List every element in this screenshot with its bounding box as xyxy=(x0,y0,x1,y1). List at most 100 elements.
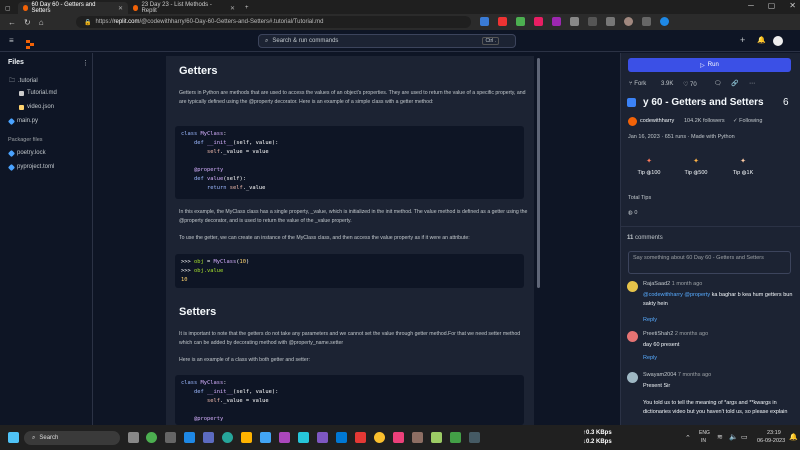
taskview-icon[interactable] xyxy=(128,432,139,443)
extension-icon[interactable] xyxy=(570,17,579,26)
app-icon[interactable] xyxy=(298,432,309,443)
comment-input[interactable]: Say something about 60 Day 60 - Getters … xyxy=(628,251,791,274)
repl-title-overflow: 6 xyxy=(783,97,789,108)
vscode-icon[interactable] xyxy=(336,432,347,443)
commenter-name[interactable]: Swayam2004 xyxy=(643,372,676,378)
app-icon[interactable] xyxy=(412,432,423,443)
file-item-main-py[interactable]: main.py xyxy=(7,117,38,125)
author-name[interactable]: codewithharry xyxy=(640,118,674,124)
app-icon[interactable] xyxy=(393,432,404,443)
file-item-tutorial-md[interactable]: Tutorial.md xyxy=(19,90,57,96)
back-icon[interactable]: ← xyxy=(8,18,16,27)
reply-button[interactable]: Reply xyxy=(643,317,657,323)
app-icon[interactable] xyxy=(165,432,176,443)
comment-icon[interactable]: 🗨 xyxy=(714,80,722,87)
refresh-icon[interactable]: ↻ xyxy=(24,18,31,27)
maximize-icon[interactable]: ▢ xyxy=(768,1,776,10)
link-icon[interactable]: 🔗 xyxy=(731,80,738,87)
profile-avatar[interactable] xyxy=(624,17,633,26)
author-avatar[interactable] xyxy=(628,117,637,126)
reply-button[interactable]: Reply xyxy=(643,355,657,361)
repl-meta: Jan 16, 2023 · 651 runs · Made with Pyth… xyxy=(628,134,735,140)
tip-label: Tip xyxy=(637,170,645,176)
app-icon[interactable] xyxy=(184,432,195,443)
file-item-poetry-lock[interactable]: poetry.lock xyxy=(7,149,46,157)
tip-button-100[interactable]: ✦ Tip ◍100 xyxy=(624,157,674,176)
app-icon[interactable] xyxy=(450,432,461,443)
mention-link[interactable]: @property xyxy=(684,292,710,298)
app-icon[interactable] xyxy=(279,432,290,443)
new-tab-button[interactable]: + xyxy=(240,2,254,14)
mention-link[interactable]: @codewithharry xyxy=(643,292,683,298)
app-icon[interactable] xyxy=(355,432,366,443)
minimize-icon[interactable]: ─ xyxy=(748,1,754,10)
file-item-pyproject[interactable]: pyproject.toml xyxy=(7,163,54,171)
lang-bottom[interactable]: IN xyxy=(701,438,706,444)
app-icon[interactable] xyxy=(431,432,442,443)
extension-icon[interactable] xyxy=(498,17,507,26)
whatsapp-icon[interactable] xyxy=(146,432,157,443)
replit-logo-icon[interactable] xyxy=(26,36,34,49)
browser-tab-day60[interactable]: 60 Day 60 - Getters and Setters ✕ xyxy=(18,2,128,14)
commenter-avatar[interactable] xyxy=(627,281,638,292)
extension-icon[interactable] xyxy=(534,17,543,26)
tab-menu-icon[interactable]: ▢ xyxy=(0,2,18,14)
close-window-icon[interactable]: ✕ xyxy=(789,1,796,10)
extension-icon[interactable] xyxy=(480,17,489,26)
wifi-icon[interactable]: ≋ xyxy=(717,433,723,441)
bell-icon[interactable]: 🔔 xyxy=(757,36,766,44)
tray-chevron-icon[interactable]: ⌃ xyxy=(685,434,691,442)
file-explorer-icon[interactable] xyxy=(241,432,252,443)
menu-icon[interactable]: ≡ xyxy=(9,36,14,45)
add-icon[interactable]: + xyxy=(740,35,745,45)
address-bar[interactable]: 🔒 https://replit.com/@codewithharry/60-D… xyxy=(76,16,471,28)
file-item-tutorial-folder[interactable]: 🗀 .tutorial xyxy=(9,76,38,86)
app-icon[interactable] xyxy=(317,432,328,443)
bing-icon[interactable] xyxy=(660,17,669,26)
tab-title: 60 Day 60 - Getters and Setters xyxy=(31,2,96,14)
files-more-icon[interactable]: ⋮ xyxy=(82,59,89,67)
clock-date[interactable]: 06-09-2023 xyxy=(757,438,785,444)
tutorial-scrollbar[interactable] xyxy=(537,58,540,288)
extension-icon[interactable] xyxy=(552,17,561,26)
app-icon[interactable] xyxy=(203,432,214,443)
windows-start-icon[interactable] xyxy=(8,432,19,443)
commenter-avatar[interactable] xyxy=(627,372,638,383)
app-icon[interactable] xyxy=(469,432,480,443)
collections-icon[interactable] xyxy=(606,17,615,26)
commenter-avatar[interactable] xyxy=(627,331,638,342)
close-tab-icon[interactable]: ✕ xyxy=(230,5,235,12)
more-icon[interactable] xyxy=(642,17,651,26)
close-tab-icon[interactable]: ✕ xyxy=(118,5,123,12)
commenter-name[interactable]: PreetiShah2 xyxy=(643,331,673,337)
clock-time[interactable]: 23:19 xyxy=(767,430,781,436)
search-input[interactable]: ⌕ Search & run commands Ctrl . xyxy=(258,34,516,48)
taskbar-search[interactable]: ⌕ Search xyxy=(24,431,120,445)
tip-button-500[interactable]: ✦ Tip ◍500 xyxy=(671,157,721,176)
home-icon[interactable]: ⌂ xyxy=(39,18,44,27)
battery-icon[interactable]: ▭ xyxy=(741,433,748,441)
chrome-icon[interactable] xyxy=(374,432,385,443)
fork-button[interactable]: ⑂ Fork xyxy=(629,81,646,87)
like-button[interactable]: ♡ 70 xyxy=(683,81,697,88)
heading-getters: Getters xyxy=(179,65,218,77)
user-avatar[interactable] xyxy=(773,36,783,46)
favorites-icon[interactable] xyxy=(588,17,597,26)
app-icon[interactable] xyxy=(260,432,271,443)
extension-icon[interactable] xyxy=(516,17,525,26)
file-item-video-json[interactable]: video.json xyxy=(19,104,54,110)
more-icon[interactable]: ⋯ xyxy=(749,80,755,87)
paragraph: It is important to note that the getters… xyxy=(179,331,521,346)
files-sidebar: Files ⋮ 🗀 .tutorial Tutorial.md video.jso… xyxy=(0,53,93,425)
tip-button-1k[interactable]: ✦ Tip ◍1K xyxy=(718,157,768,176)
edge-icon[interactable] xyxy=(222,432,233,443)
run-button[interactable]: ▷ Run xyxy=(628,58,791,72)
commenter-name[interactable]: RajaSaad2 xyxy=(643,281,670,287)
following-button[interactable]: ✓ Following xyxy=(733,118,762,124)
replit-favicon-icon xyxy=(133,5,139,11)
python-logo-icon xyxy=(627,98,636,107)
lang-top[interactable]: ENG xyxy=(699,430,710,436)
browser-tab-day23[interactable]: 23 Day 23 - List Methods - Replit ✕ xyxy=(128,2,240,14)
notification-icon[interactable]: 🔔 xyxy=(789,433,798,441)
volume-icon[interactable]: 🔈 xyxy=(729,433,738,441)
